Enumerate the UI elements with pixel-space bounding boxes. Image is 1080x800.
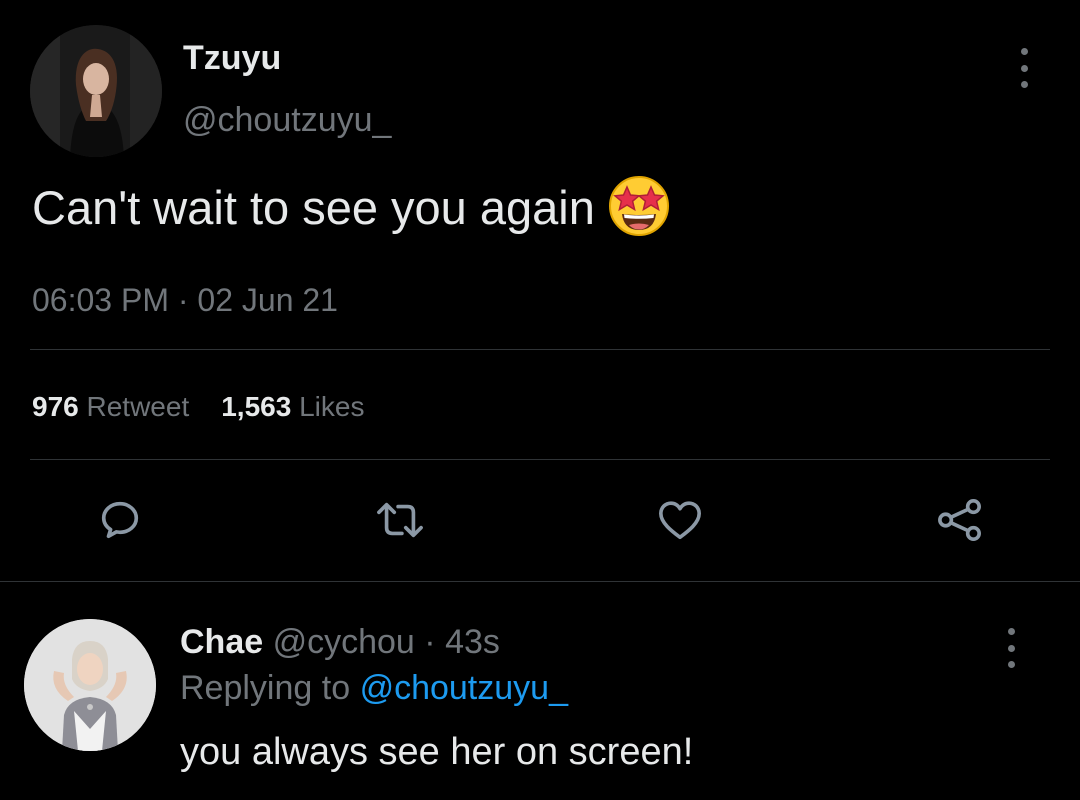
reply-icon bbox=[101, 501, 139, 539]
reply-header: Chae @cychou · 43s bbox=[180, 620, 500, 664]
tweet-author-handle[interactable]: @choutzuyu_ bbox=[183, 98, 391, 142]
reply-author-name[interactable]: Chae bbox=[180, 623, 263, 661]
retweets-count: 976 bbox=[32, 391, 79, 422]
retweet-icon bbox=[377, 502, 423, 538]
tweet-text-container: Can't wait to see you again bbox=[32, 175, 671, 244]
reply-text: you always see her on screen! bbox=[180, 731, 694, 773]
likes-count: 1,563 bbox=[221, 391, 292, 422]
avatar-photo bbox=[24, 619, 156, 751]
tweet-text: Can't wait to see you again bbox=[32, 181, 595, 234]
replying-to: Replying to @choutzuyu_ bbox=[180, 666, 568, 710]
likes-label: Likes bbox=[299, 391, 365, 422]
reply-time[interactable]: · 43s bbox=[424, 623, 500, 661]
retweet-button[interactable] bbox=[370, 490, 430, 550]
reply-author-handle[interactable]: @cychou bbox=[273, 623, 415, 661]
divider bbox=[30, 349, 1050, 350]
reply-button[interactable] bbox=[90, 490, 150, 550]
tweet-timestamp[interactable]: 06:03 PM · 02 Jun 21 bbox=[32, 280, 338, 320]
retweets-stat[interactable]: 976 Retweet bbox=[32, 391, 189, 422]
reply-more-options-icon[interactable] bbox=[999, 628, 1023, 668]
replying-to-label: Replying to bbox=[180, 669, 351, 707]
tweet-stats: 976 Retweet 1,563 Likes bbox=[32, 390, 364, 424]
tweet-more-options-icon[interactable] bbox=[1012, 48, 1036, 88]
star-struck-emoji bbox=[607, 174, 671, 238]
like-icon bbox=[659, 501, 701, 540]
replying-to-mention[interactable]: @choutzuyu_ bbox=[360, 669, 568, 707]
tweet-author-avatar[interactable] bbox=[30, 25, 162, 157]
share-button[interactable] bbox=[930, 490, 990, 550]
section-divider bbox=[0, 581, 1080, 582]
like-button[interactable] bbox=[650, 490, 710, 550]
tweet-author-name[interactable]: Tzuyu bbox=[183, 38, 281, 78]
share-icon bbox=[938, 499, 981, 541]
likes-stat[interactable]: 1,563 Likes bbox=[221, 391, 364, 422]
retweets-label: Retweet bbox=[86, 391, 190, 422]
reply-author-avatar[interactable] bbox=[24, 619, 156, 751]
divider bbox=[30, 459, 1050, 460]
avatar-photo bbox=[30, 25, 162, 157]
